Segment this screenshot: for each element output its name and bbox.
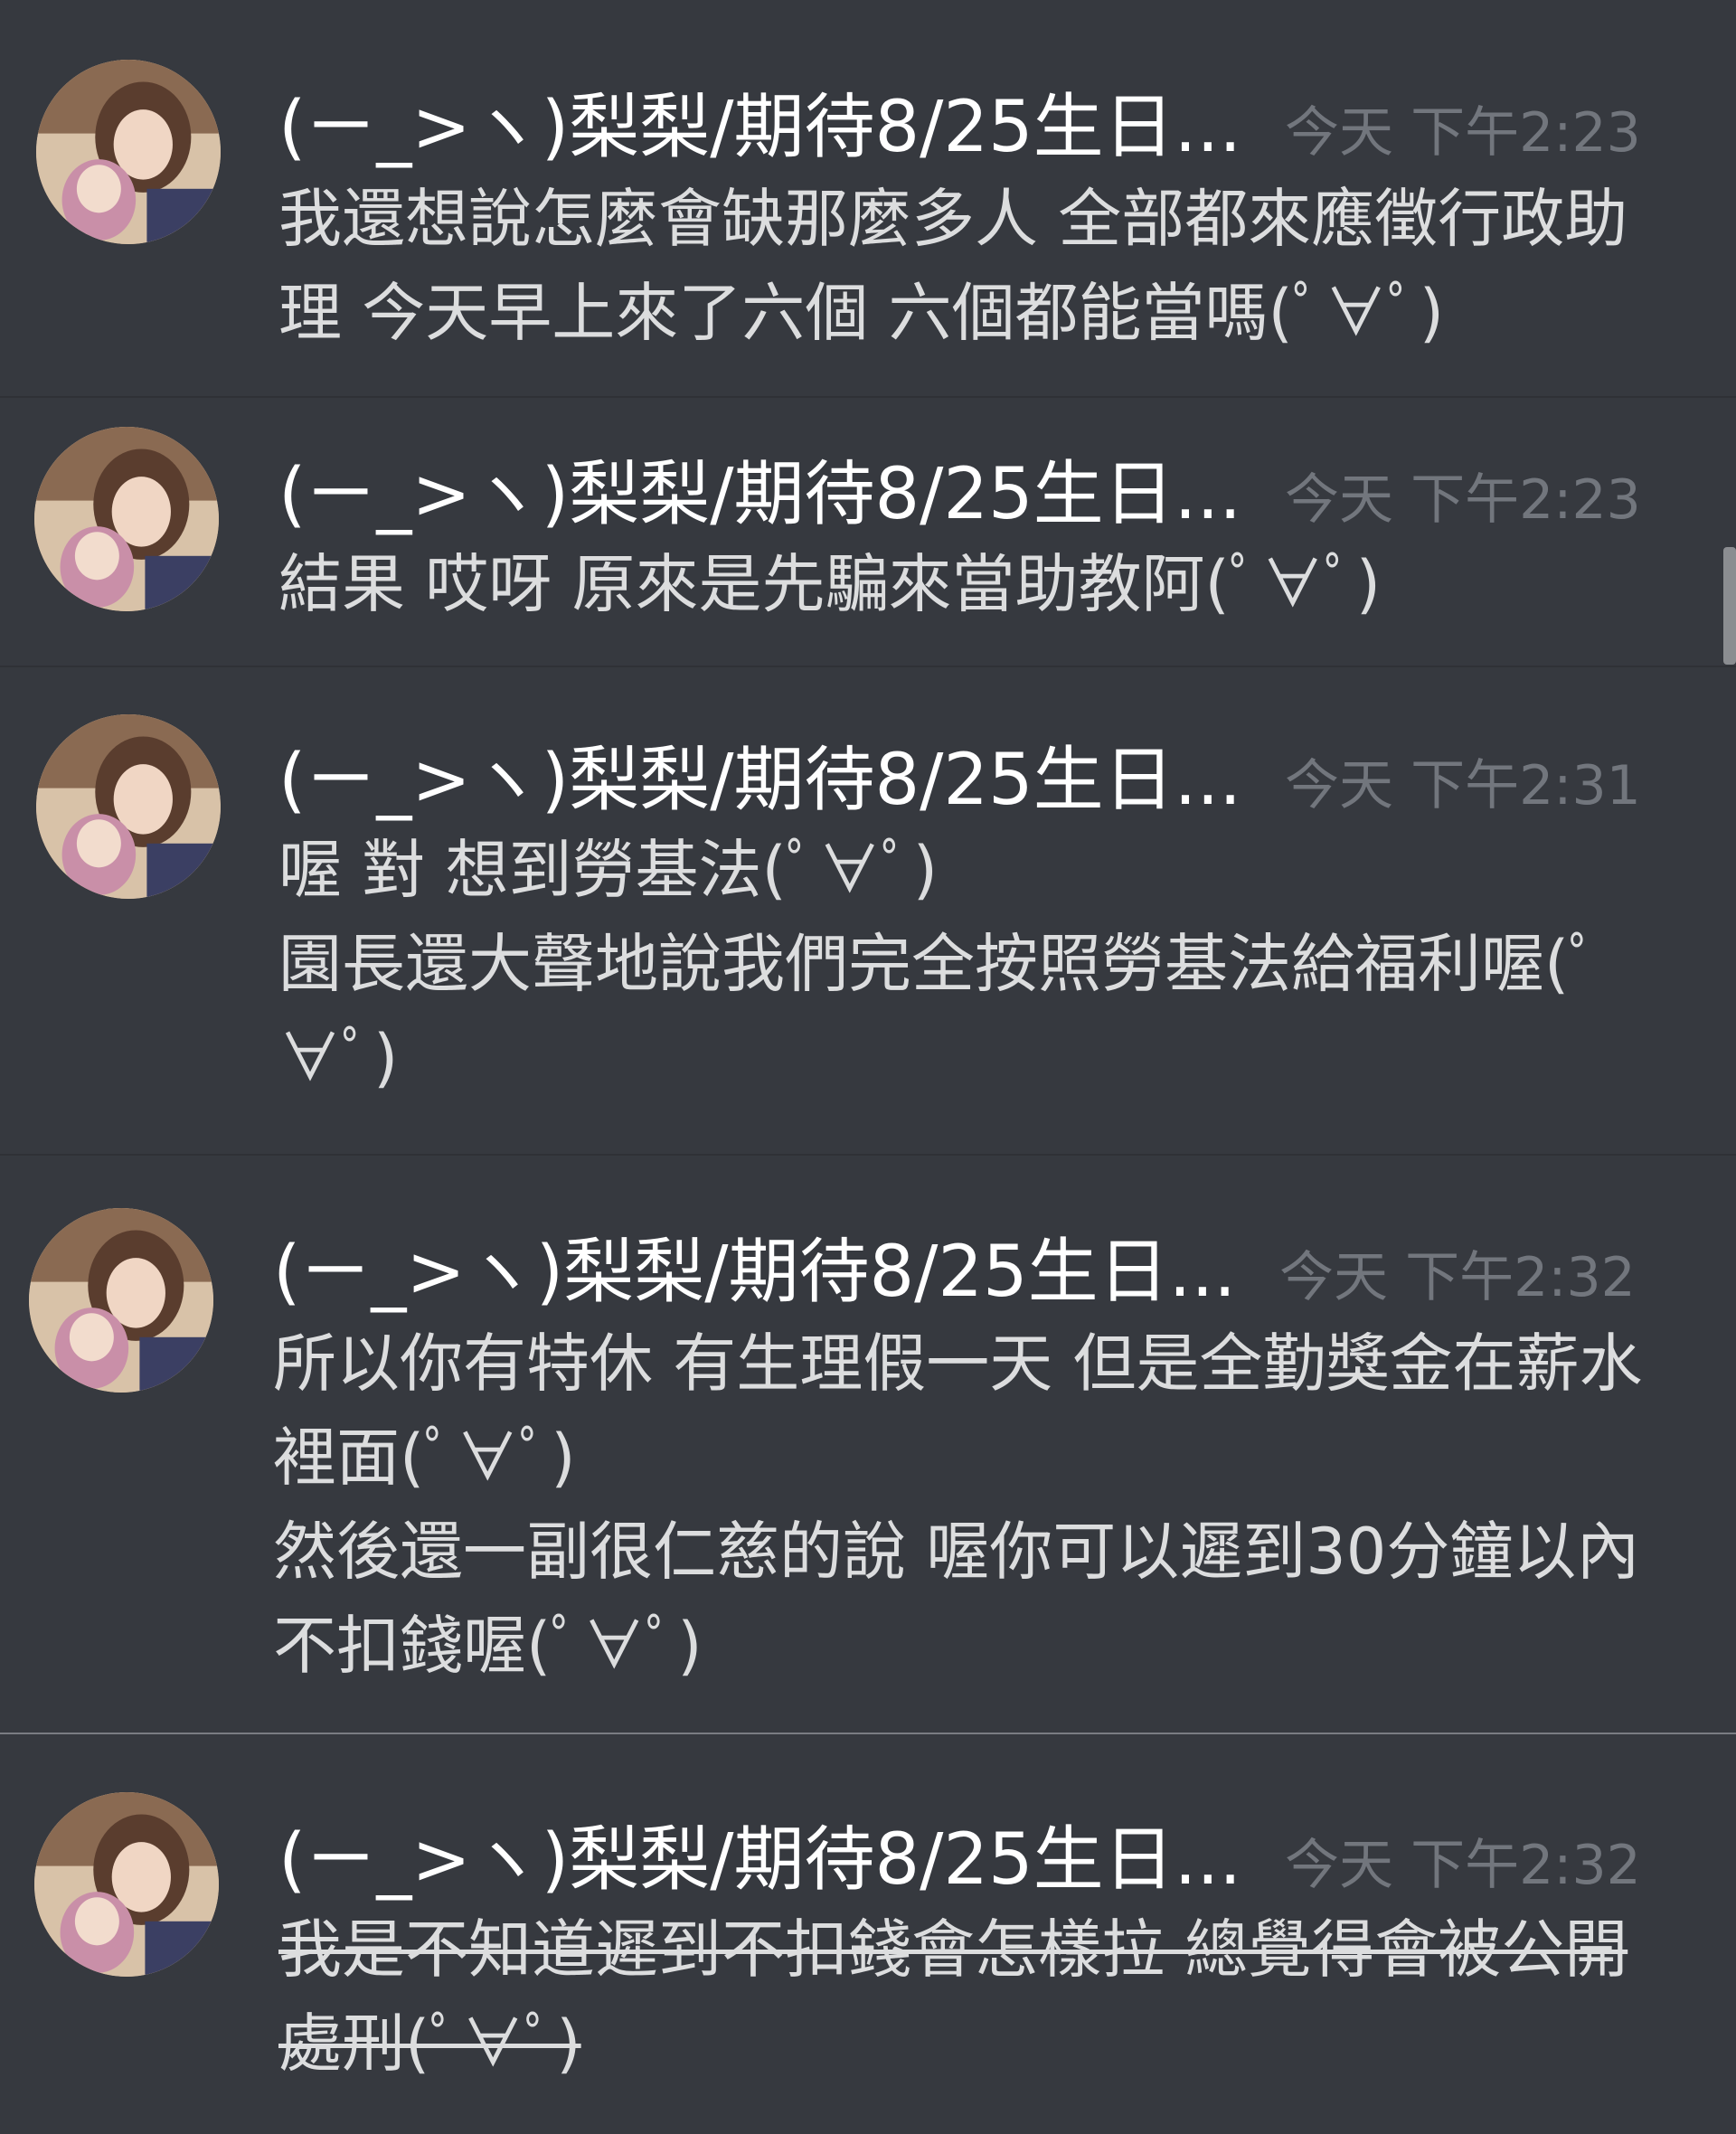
- message-text: 我還想說怎麼會缺那麼多人 全部都來應徵行政助理 今天早上來了六個 六個都能當嗎(…: [278, 182, 1628, 350]
- message-text: 喔 對 想到勞基法(ﾟ∀ﾟ): [278, 833, 939, 907]
- avatar-photo-icon: [36, 714, 221, 899]
- message-divider: [0, 1733, 1736, 1734]
- user-avatar[interactable]: [36, 60, 221, 244]
- message-text: 然後還一副很仁慈的說 喔你可以遲到30分鐘以內不扣錢喔(ﾟ∀ﾟ): [273, 1515, 1640, 1683]
- message-author[interactable]: (ㄧ_>ヽ)梨梨/期待8/25生日...: [278, 1803, 1241, 1904]
- user-avatar[interactable]: [34, 427, 219, 611]
- message-author[interactable]: (ㄧ_>ヽ)梨梨/期待8/25生日...: [278, 71, 1241, 172]
- user-avatar[interactable]: [29, 1208, 213, 1393]
- message-text: 所以你有特休 有生理假一天 但是全勤獎金在薪水裡面(ﾟ∀ﾟ): [273, 1327, 1643, 1495]
- message-text: 園長還大聲地說我們完全按照勞基法給福利喔(ﾟ∀ﾟ): [278, 927, 1601, 1095]
- avatar-photo-icon: [29, 1208, 213, 1393]
- message-divider: [0, 396, 1736, 398]
- message-timestamp: 今天 下午2:32: [1285, 1834, 1641, 1897]
- avatar-photo-icon: [34, 427, 219, 611]
- scrollbar-thumb[interactable]: [1723, 547, 1736, 665]
- message-divider: [0, 666, 1736, 667]
- chat-message-list: (ㄧ_>ヽ)梨梨/期待8/25生日... 今天 下午2:23 我還想說怎麼會缺那…: [0, 0, 1736, 2134]
- message-timestamp: 今天 下午2:23: [1285, 468, 1641, 532]
- message-author[interactable]: (ㄧ_>ヽ)梨梨/期待8/25生日...: [278, 723, 1241, 825]
- message-author[interactable]: (ㄧ_>ヽ)梨梨/期待8/25生日...: [273, 1215, 1236, 1317]
- message-divider: [0, 1154, 1736, 1156]
- message-timestamp: 今天 下午2:23: [1285, 101, 1641, 165]
- message-author[interactable]: (ㄧ_>ヽ)梨梨/期待8/25生日...: [278, 438, 1241, 539]
- avatar-photo-icon: [36, 60, 221, 244]
- message-text-strikethrough: 我是不知道遲到不扣錢會怎樣拉 總覺得會被公開處刑(ﾟ∀ﾟ): [278, 1912, 1628, 2081]
- message-timestamp: 今天 下午2:31: [1285, 754, 1641, 817]
- message-text: 結果 哎呀 原來是先騙來當助教阿(ﾟ∀ﾟ): [278, 547, 1382, 621]
- user-avatar[interactable]: [34, 1792, 219, 1977]
- user-avatar[interactable]: [36, 714, 221, 899]
- message-timestamp: 今天 下午2:32: [1279, 1246, 1636, 1309]
- avatar-photo-icon: [34, 1792, 219, 1977]
